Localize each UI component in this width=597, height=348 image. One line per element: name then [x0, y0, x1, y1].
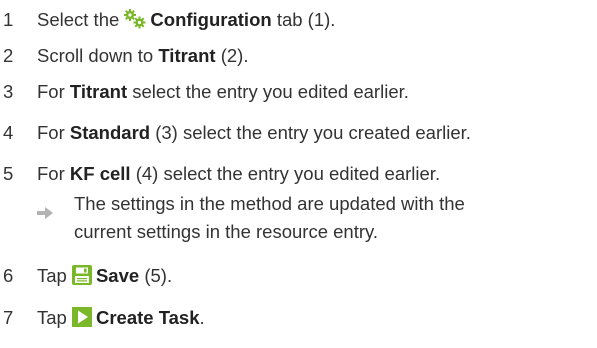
- step-text-pre: Tap: [37, 265, 72, 286]
- step-text: For KF cell (4) select the entry you edi…: [37, 161, 440, 187]
- step-text-post: (4) select the entry you edited earlier.: [130, 163, 441, 184]
- step-text-pre: Select the: [37, 9, 125, 30]
- step-number: 3: [3, 81, 14, 102]
- step-text: Tap Create Task.: [37, 305, 205, 331]
- step-text-post: (2).: [215, 45, 249, 66]
- step-text-post: select the entry you edited earlier.: [127, 81, 409, 102]
- step-text: For Standard (3) select the entry you cr…: [37, 120, 471, 146]
- step-bold-term: Titrant: [69, 81, 128, 102]
- step-bold-term: Standard: [69, 122, 151, 143]
- result-arrow-icon: [37, 199, 53, 219]
- save-icon: [71, 265, 92, 286]
- step-text: For Titrant select the entry you edited …: [37, 79, 409, 105]
- step-text-pre: Tap: [37, 307, 72, 328]
- step-text-pre: Scroll down to: [37, 45, 159, 66]
- step-text-post: (5).: [139, 265, 173, 286]
- step-5-result: The settings in the method are updated w…: [37, 190, 592, 246]
- result-text-line-1: The settings in the method are updated w…: [74, 193, 465, 214]
- step-number: 4: [3, 122, 14, 143]
- step-text: Select the Configuration tab (1).: [37, 7, 335, 33]
- configuration-gear-icon: [124, 9, 146, 29]
- step-text: Tap Save (5).: [37, 263, 172, 289]
- instruction-document: 1 Select the Configuration tab (1). 2 Sc…: [0, 0, 597, 348]
- create-task-play-icon: [71, 307, 92, 328]
- step-bold-term: Configuration: [150, 9, 272, 30]
- step-text-pre: For: [37, 122, 70, 143]
- result-text-line-2: current settings in the resource entry.: [74, 221, 379, 242]
- step-text-post: tab (1).: [271, 9, 336, 30]
- step-bold-term: Create Task: [95, 307, 200, 328]
- step-bold-term: KF cell: [69, 163, 131, 184]
- step-bold-term: Titrant: [158, 45, 216, 66]
- step-text-pre: For: [37, 81, 70, 102]
- step-bold-term: Save: [95, 265, 140, 286]
- step-number: 1: [3, 9, 14, 30]
- step-number: 2: [3, 45, 14, 66]
- step-text-post: .: [199, 307, 205, 328]
- step-text: Scroll down to Titrant (2).: [37, 43, 248, 69]
- step-text-pre: For: [37, 163, 70, 184]
- step-text-post: (3) select the entry you created earlier…: [150, 122, 471, 143]
- step-number: 5: [3, 163, 14, 184]
- step-number: 7: [3, 307, 14, 328]
- step-number: 6: [3, 265, 14, 286]
